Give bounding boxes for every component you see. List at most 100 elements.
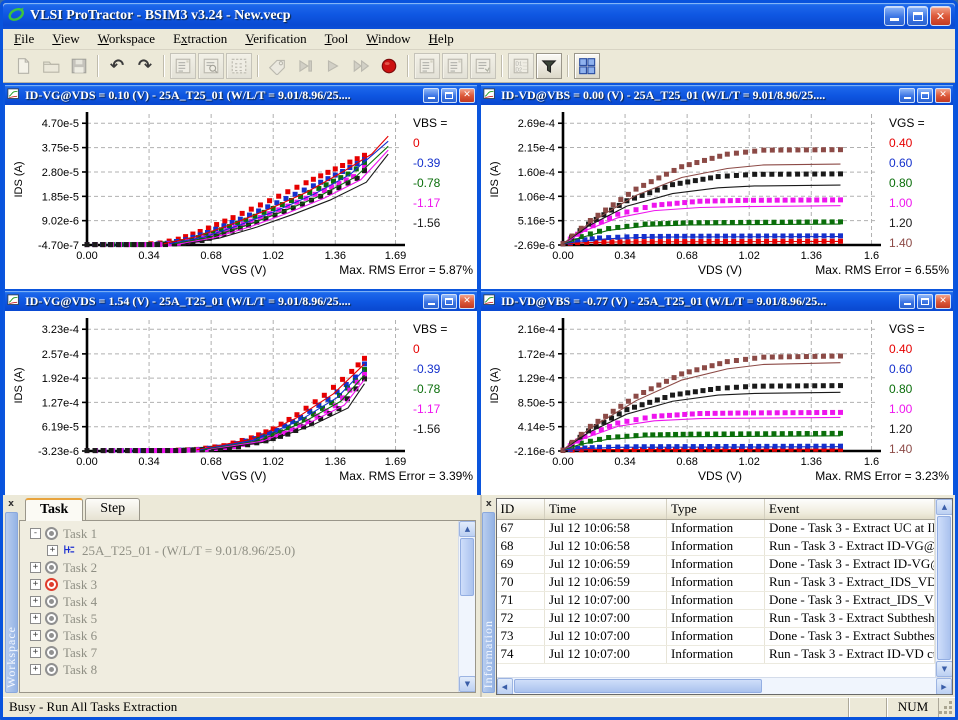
expand-icon[interactable]: + <box>47 545 58 556</box>
expand-icon[interactable]: + <box>30 630 41 641</box>
column-header-type[interactable]: Type <box>667 499 765 519</box>
table-row[interactable]: 70Jul 12 10:06:59InformationRun - Task 3… <box>497 573 935 591</box>
resize-grip[interactable] <box>939 698 955 717</box>
menu-extraction[interactable]: Extraction <box>164 29 236 49</box>
menu-workspace[interactable]: Workspace <box>89 29 164 49</box>
mdi-area: ID-VG@VDS = 0.10 (V) - 25A_T25_01 (W/L/T… <box>3 83 955 495</box>
chart-close-button[interactable]: ✕ <box>935 88 951 103</box>
workspace-strip[interactable]: Workspace <box>5 512 18 693</box>
scroll-right-icon[interactable]: ▶ <box>936 678 952 695</box>
table-row[interactable]: 73Jul 12 10:07:00InformationDone - Task … <box>497 627 935 645</box>
collapse-icon[interactable]: - <box>30 528 41 539</box>
close-button[interactable]: ✕ <box>930 6 951 26</box>
chart-minimize-button[interactable] <box>423 294 439 309</box>
chart-close-button[interactable]: ✕ <box>935 294 951 309</box>
chart-minimize-button[interactable] <box>899 294 915 309</box>
title-bar[interactable]: VLSI ProTractor - BSIM3 v3.24 - New.vecp… <box>3 3 955 29</box>
expand-icon[interactable]: + <box>30 596 41 607</box>
stop-record-button[interactable] <box>376 53 402 79</box>
undo-button[interactable]: ↶ <box>104 53 130 79</box>
scroll-up-icon[interactable]: ▲ <box>936 499 952 515</box>
tree-item[interactable]: +Task 4 <box>30 593 458 610</box>
chart-window-title: ID-VG@VDS = 0.10 (V) - 25A_T25_01 (W/L/T… <box>25 88 421 103</box>
chart-maximize-button[interactable] <box>917 294 933 309</box>
svg-text:-0.78: -0.78 <box>413 382 441 396</box>
expand-icon[interactable]: + <box>30 562 41 573</box>
log-vertical-scrollbar[interactable]: ▲ ▼ <box>935 499 952 677</box>
svg-text:2.80e-5: 2.80e-5 <box>42 167 79 179</box>
expand-icon[interactable]: + <box>30 579 41 590</box>
tree-item[interactable]: +Task 8 <box>30 661 458 678</box>
information-close-icon[interactable]: x <box>482 497 495 510</box>
expand-icon[interactable]: + <box>30 664 41 675</box>
tree-item[interactable]: -Task 1 <box>30 525 458 542</box>
svg-text:2.57e-4: 2.57e-4 <box>42 349 79 361</box>
doc-icon <box>14 57 32 75</box>
filter-button[interactable] <box>536 53 562 79</box>
menu-tool[interactable]: Tool <box>316 29 358 49</box>
redo-icon: ↷ <box>138 58 152 75</box>
table-row[interactable]: 69Jul 12 10:06:59InformationDone - Task … <box>497 555 935 573</box>
svg-text:0.00: 0.00 <box>552 456 573 468</box>
svg-text:Max. RMS Error = 3.39%: Max. RMS Error = 3.39% <box>339 469 473 483</box>
menu-file[interactable]: File <box>5 29 43 49</box>
chart-close-button[interactable]: ✕ <box>459 88 475 103</box>
tile-windows-button[interactable] <box>574 53 600 79</box>
tree-item[interactable]: +Task 2 <box>30 559 458 576</box>
workspace-close-icon[interactable]: x <box>5 497 18 510</box>
chart-maximize-button[interactable] <box>441 294 457 309</box>
log-horizontal-scrollbar[interactable]: ◀ ▶ <box>497 677 953 694</box>
chart-window-icon <box>483 294 497 308</box>
maximize-button[interactable] <box>907 6 928 26</box>
tab-task[interactable]: Task <box>25 498 83 521</box>
scroll-down-icon[interactable]: ▼ <box>936 661 952 677</box>
table-row[interactable]: 68Jul 12 10:06:58InformationRun - Task 3… <box>497 537 935 555</box>
chart-window-4: ID-VD@VBS = -0.77 (V) - 25A_T25_01 (W/L/… <box>479 289 955 495</box>
toolbar-separator <box>567 55 569 77</box>
expand-icon[interactable]: + <box>30 613 41 624</box>
table-cell: 68 <box>497 537 545 555</box>
minimize-button[interactable] <box>884 6 905 26</box>
table-cell: 74 <box>497 645 545 663</box>
tree-item[interactable]: +Task 7 <box>30 644 458 661</box>
menu-window[interactable]: Window <box>357 29 419 49</box>
tree-item[interactable]: + Task 5 <box>30 610 458 627</box>
table-row[interactable]: 67Jul 12 10:06:58InformationDone - Task … <box>497 519 935 537</box>
table-row[interactable]: 74Jul 12 10:07:00InformationRun - Task 3… <box>497 645 935 663</box>
tree-item[interactable]: +Task 6 <box>30 627 458 644</box>
column-header-time[interactable]: Time <box>545 499 667 519</box>
tile-icon <box>578 57 596 75</box>
scroll-left-icon[interactable]: ◀ <box>497 678 513 695</box>
task-target-icon <box>45 663 58 676</box>
tab-step[interactable]: Step <box>85 498 140 520</box>
tree-item-label: Task 5 <box>63 611 97 627</box>
chart-window-title-bar[interactable]: ID-VG@VDS = 1.54 (V) - 25A_T25_01 (W/L/T… <box>5 291 477 311</box>
tree-item[interactable]: +Task 3 <box>30 576 458 593</box>
scroll-down-icon[interactable]: ▼ <box>459 676 476 692</box>
menu-help[interactable]: Help <box>420 29 463 49</box>
tree-scrollbar[interactable]: ▲ ▼ <box>458 521 475 692</box>
chart-window-title-bar[interactable]: ID-VD@VBS = 0.00 (V) - 25A_T25_01 (W/L/T… <box>481 85 953 105</box>
chart-window-title-bar[interactable]: ID-VG@VDS = 0.10 (V) - 25A_T25_01 (W/L/T… <box>5 85 477 105</box>
chart-minimize-button[interactable] <box>423 88 439 103</box>
expand-icon[interactable]: + <box>30 647 41 658</box>
menu-verification[interactable]: Verification <box>236 29 315 49</box>
chart-window-title-bar[interactable]: ID-VD@VBS = -0.77 (V) - 25A_T25_01 (W/L/… <box>481 291 953 311</box>
task-target-icon <box>45 629 58 642</box>
task-target-icon <box>45 646 58 659</box>
menu-view[interactable]: View <box>43 29 88 49</box>
chart-maximize-button[interactable] <box>441 88 457 103</box>
chart-maximize-button[interactable] <box>917 88 933 103</box>
table-row[interactable]: 71Jul 12 10:07:00InformationDone - Task … <box>497 591 935 609</box>
doc-grid-icon <box>230 57 248 75</box>
chart-close-button[interactable]: ✕ <box>459 294 475 309</box>
column-header-event[interactable]: Event <box>765 499 935 519</box>
information-strip[interactable]: Information <box>482 512 495 693</box>
redo-button[interactable]: ↷ <box>132 53 158 79</box>
table-row[interactable]: 72Jul 12 10:07:00InformationRun - Task 3… <box>497 609 935 627</box>
tree-item[interactable]: +25A_T25_01 - (W/L/T = 9.01/8.96/25.0) <box>30 542 458 559</box>
svg-text:-1.17: -1.17 <box>413 402 441 416</box>
scroll-up-icon[interactable]: ▲ <box>459 521 476 537</box>
chart-minimize-button[interactable] <box>899 88 915 103</box>
column-header-id[interactable]: ID <box>497 499 545 519</box>
